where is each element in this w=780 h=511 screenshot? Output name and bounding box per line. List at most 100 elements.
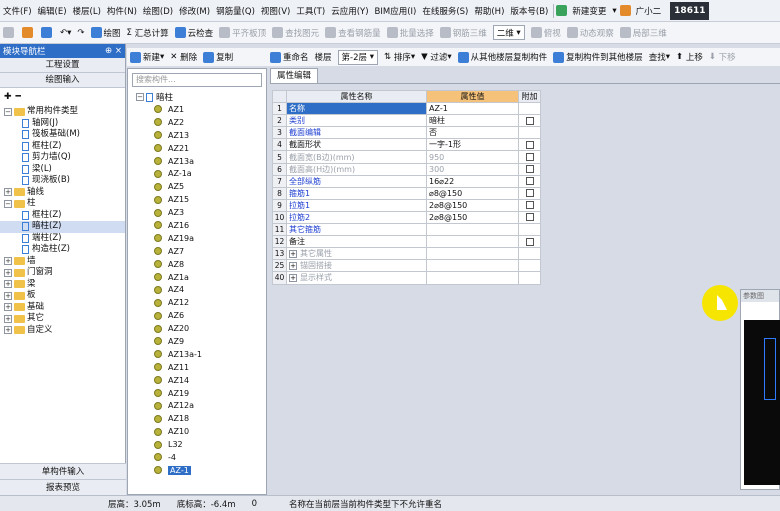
batch-select-button[interactable]: 批量选择 <box>384 24 437 42</box>
expand-icon[interactable]: + <box>4 268 12 277</box>
component-item[interactable]: AZ4 <box>128 283 266 296</box>
collapse-all-icon[interactable]: ━ <box>16 92 21 102</box>
expand-group-icon[interactable]: + <box>289 274 297 283</box>
save-button[interactable] <box>38 24 57 42</box>
attach-checkbox[interactable] <box>525 189 534 198</box>
property-value-cell[interactable]: 950 <box>426 150 519 164</box>
component-item[interactable]: AZ6 <box>128 309 266 322</box>
component-item[interactable]: AZ1a <box>128 271 266 284</box>
component-item[interactable]: AZ5 <box>128 180 266 193</box>
component-item[interactable]: AZ16 <box>128 219 266 232</box>
tree-node-column[interactable]: − 柱 <box>0 198 125 210</box>
property-value-cell[interactable]: 一字-1形 <box>426 138 519 152</box>
component-item[interactable]: AZ10 <box>128 425 266 438</box>
expand-icon[interactable]: + <box>4 291 12 300</box>
draw-button[interactable]: 绘图 <box>88 24 124 42</box>
user-name[interactable]: 广小二 <box>633 5 665 17</box>
redo-button[interactable]: ↷ <box>74 24 87 42</box>
delete-component-button[interactable]: ✕ 删除 <box>167 48 200 66</box>
open-file-button[interactable] <box>19 24 38 42</box>
component-item[interactable]: AZ14 <box>128 374 266 387</box>
component-root-hidden-column[interactable]: − 暗柱 <box>128 91 266 103</box>
attach-checkbox[interactable] <box>525 201 534 210</box>
expand-icon[interactable]: + <box>4 280 12 289</box>
sum-calc-button[interactable]: Σ 汇总计算 <box>124 24 172 42</box>
menu-help[interactable]: 帮助(H) <box>471 5 507 17</box>
attach-checkbox[interactable] <box>525 177 534 186</box>
rebar-3d-button[interactable]: 钢筋三维 <box>437 24 490 42</box>
property-value-cell[interactable]: 暗柱 <box>426 114 519 128</box>
tree-item-axis-grid[interactable]: 轴网(J) <box>0 118 125 130</box>
property-row[interactable]: 11 其它箍筋 <box>272 223 541 237</box>
new-change-button[interactable]: 新建变更 <box>569 5 609 17</box>
component-item[interactable]: AZ19a <box>128 232 266 245</box>
component-item[interactable]: AZ11 <box>128 361 266 374</box>
property-row[interactable]: 4 截面形状 一字-1形 <box>272 138 541 152</box>
attach-checkbox[interactable] <box>525 165 534 174</box>
component-item[interactable]: AZ7 <box>128 245 266 258</box>
component-item[interactable]: -4 <box>128 451 266 464</box>
floor-select[interactable]: 第-2层 ▾ <box>335 48 381 66</box>
component-item[interactable]: AZ15 <box>128 193 266 206</box>
property-value-cell[interactable]: ⌀8@150 <box>426 186 519 200</box>
property-row[interactable]: 10 拉筋2 2⌀8@150 <box>272 210 541 225</box>
property-value-cell[interactable]: 否 <box>426 126 519 140</box>
collapse-icon[interactable]: − <box>136 93 144 101</box>
view-rebar-button[interactable]: 查看钢筋量 <box>322 24 384 42</box>
menu-rebar-qty[interactable]: 钢筋量(Q) <box>213 5 258 17</box>
copy-component-button[interactable]: 复制 <box>200 48 236 66</box>
menu-version[interactable]: 版本号(B) <box>507 5 551 17</box>
attach-checkbox[interactable] <box>525 153 534 162</box>
expand-icon[interactable]: + <box>4 188 12 197</box>
property-value-cell[interactable] <box>426 223 519 237</box>
tree-node-wall[interactable]: + 墙 <box>0 256 125 268</box>
copy-to-floor-button[interactable]: 复制构件到其他楼层 <box>550 48 646 66</box>
menu-cloud[interactable]: 云应用(Y) <box>328 5 371 17</box>
tree-node-openings[interactable]: + 门窗洞 <box>0 267 125 279</box>
component-item[interactable]: AZ1 <box>128 103 266 116</box>
menu-modify[interactable]: 修改(M) <box>176 5 213 17</box>
menu-view[interactable]: 视图(V) <box>258 5 293 17</box>
find-element-button[interactable]: 查找图元 <box>269 24 322 42</box>
collapse-icon[interactable]: − <box>4 107 12 116</box>
attach-checkbox[interactable] <box>525 213 534 222</box>
component-item[interactable]: AZ13a-1 <box>128 348 266 361</box>
menu-online[interactable]: 在线服务(S) <box>419 5 471 17</box>
attach-checkbox[interactable] <box>525 140 534 149</box>
property-row[interactable]: 12 备注 <box>272 235 541 249</box>
expand-icon[interactable]: + <box>4 257 12 266</box>
property-row[interactable]: 7 全部纵筋 16⌀22 <box>272 174 541 188</box>
component-item[interactable]: AZ12 <box>128 296 266 309</box>
expand-icon[interactable]: + <box>4 314 12 323</box>
attach-checkbox[interactable] <box>525 116 534 125</box>
expand-icon[interactable]: + <box>4 326 12 335</box>
preview-canvas[interactable] <box>744 320 780 485</box>
single-component-input-button[interactable]: 单构件输入 <box>0 463 126 479</box>
dynamic-view-button[interactable]: 动态观察 <box>564 24 617 42</box>
move-down-button[interactable]: ⬇ 下移 <box>706 48 739 66</box>
tree-node-foundation[interactable]: + 基础 <box>0 302 125 314</box>
tree-item-hidden-column[interactable]: 暗柱(Z) <box>0 221 125 233</box>
tree-item-frame-column[interactable]: 框柱(Z) <box>0 141 125 153</box>
tree-node-other[interactable]: + 其它 <box>0 313 125 325</box>
tab-property-edit[interactable]: 属性编辑 <box>270 68 319 83</box>
component-item[interactable]: AZ-1 <box>128 464 266 477</box>
component-item[interactable]: AZ-1a <box>128 167 266 180</box>
expand-icon[interactable]: + <box>4 303 12 312</box>
find-button[interactable]: 查找 ▾ <box>646 48 673 66</box>
menu-tools[interactable]: 工具(T) <box>293 5 328 17</box>
component-item[interactable]: AZ20 <box>128 322 266 335</box>
new-component-button[interactable]: 新建 ▾ <box>127 48 167 66</box>
local-3d-button[interactable]: 局部三维 <box>617 24 670 42</box>
tree-item-beam[interactable]: 梁(L) <box>0 164 125 176</box>
expand-group-icon[interactable]: + <box>289 250 297 259</box>
component-item[interactable]: AZ13 <box>128 129 266 142</box>
tree-item-shear-wall[interactable]: 剪力墙(Q) <box>0 152 125 164</box>
copy-from-floor-button[interactable]: 从其他楼层复制构件 <box>455 48 551 66</box>
component-item[interactable]: AZ8 <box>128 258 266 271</box>
property-row[interactable]: 9 拉筋1 2⌀8@150 <box>272 198 541 212</box>
component-item[interactable]: AZ12a <box>128 399 266 412</box>
property-row[interactable]: 1 名称 AZ-1 <box>272 102 541 116</box>
menu-component[interactable]: 构件(N) <box>104 5 140 17</box>
property-value-cell[interactable]: 2⌀8@150 <box>426 210 519 225</box>
